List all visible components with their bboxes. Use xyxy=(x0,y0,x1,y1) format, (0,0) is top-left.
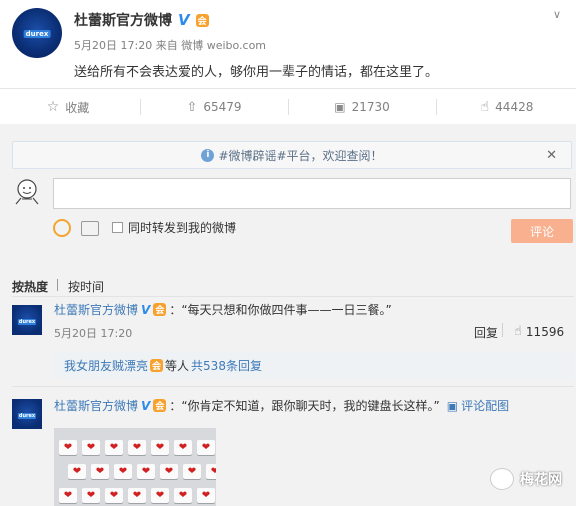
post-text: 送给所有不会表达爱的人，够你用一辈子的情话，都在这里了。 xyxy=(74,65,439,80)
like-button[interactable]: ☝ 44428 xyxy=(438,89,576,125)
heart-key-icon: ❤ xyxy=(68,464,86,479)
thumbs-up-icon: ☝ xyxy=(514,324,522,339)
user-avatar xyxy=(12,177,42,207)
verified-icon: V xyxy=(141,302,151,317)
repost-button[interactable]: ⇧ 65479 xyxy=(142,89,286,125)
avatar-badge: durex xyxy=(23,30,51,38)
heart-key-icon: ❤ xyxy=(128,440,146,455)
watermark: 梅花网 xyxy=(490,468,562,490)
heart-key-icon: ❤ xyxy=(151,440,169,455)
heart-key-icon: ❤ xyxy=(105,488,123,503)
verified-icon: V xyxy=(141,398,151,413)
heart-key-icon: ❤ xyxy=(105,440,123,455)
comment-image-link[interactable]: 评论配图 xyxy=(461,397,509,414)
vip-badge-icon: 会 xyxy=(153,399,167,412)
author-avatar[interactable]: durex xyxy=(12,8,62,58)
repost-option-label: 同时转发到我的微博 xyxy=(128,221,237,235)
vip-badge-icon: 会 xyxy=(195,13,209,27)
heart-key-icon: ❤ xyxy=(174,440,192,455)
heart-key-icon: ❤ xyxy=(174,488,192,503)
divider xyxy=(12,386,574,387)
info-icon: i xyxy=(201,148,215,162)
chevron-down-icon[interactable]: ∨ xyxy=(553,8,561,21)
vip-badge-icon: 会 xyxy=(153,303,167,316)
comment-avatar[interactable]: durex xyxy=(12,399,42,429)
sort-by-time[interactable]: 按时间 xyxy=(68,278,104,295)
stick-figure-icon xyxy=(15,179,39,205)
comment-text: ：“每天只想和你做四件事——一日三餐。” xyxy=(169,303,392,317)
post-author[interactable]: 杜蕾斯官方微博 xyxy=(74,10,172,30)
heart-key-icon: ❤ xyxy=(137,464,155,479)
comment-avatar[interactable]: durex xyxy=(12,305,42,335)
emoji-icon[interactable] xyxy=(53,219,71,237)
notice-text[interactable]: #微博辟谣#平台，欢迎查阅！ xyxy=(218,147,382,164)
reply-button[interactable]: 回复 xyxy=(474,324,498,341)
comment-author[interactable]: 杜蕾斯官方微博 xyxy=(54,397,138,414)
wechat-icon xyxy=(490,468,514,490)
post-date[interactable]: 5月20日 17:20 xyxy=(74,39,152,52)
comment-date: 5月20日 17:20 xyxy=(54,327,133,340)
sort-by-hot[interactable]: 按热度 xyxy=(12,278,48,295)
comment-author[interactable]: 杜蕾斯官方微博 xyxy=(54,301,138,318)
heart-key-icon: ❤ xyxy=(59,488,77,503)
heart-key-icon: ❤ xyxy=(183,464,201,479)
thumbs-up-icon: ☝ xyxy=(480,99,490,115)
star-icon: ☆ xyxy=(46,99,60,115)
post-source[interactable]: 来自 微博 weibo.com xyxy=(156,39,266,52)
heart-key-icon: ❤ xyxy=(197,440,215,455)
reply-user[interactable]: 我女朋友贼漂亮 xyxy=(64,357,148,374)
rumor-notice: i #微博辟谣#平台，欢迎查阅！ ✕ xyxy=(12,141,572,169)
vip-badge-icon: 会 xyxy=(150,358,164,372)
close-icon[interactable]: ✕ xyxy=(546,148,557,163)
heart-key-icon: ❤ xyxy=(206,464,216,479)
divider xyxy=(12,296,574,297)
repost-icon: ⇧ xyxy=(186,99,198,115)
image-link-icon: ▣ xyxy=(446,398,459,413)
repost-checkbox[interactable] xyxy=(112,222,123,233)
sort-divider xyxy=(57,279,58,291)
heart-key-icon: ❤ xyxy=(82,440,100,455)
heart-key-icon: ❤ xyxy=(59,440,77,455)
heart-key-icon: ❤ xyxy=(128,488,146,503)
comment-text: ：“你肯定不知道，跟你聊天时，我的键盘长这样。” xyxy=(169,399,440,413)
heart-key-icon: ❤ xyxy=(114,464,132,479)
comment-image[interactable]: ❤❤❤❤❤❤❤❤❤❤❤❤❤❤❤❤❤❤❤❤❤❤❤❤ xyxy=(54,428,216,506)
comment-like-button[interactable]: ☝ 11596 xyxy=(514,324,564,339)
heart-key-icon: ❤ xyxy=(197,488,215,503)
post-card: durex 杜蕾斯官方微博 V 会 ∨ 5月20日 17:20 来自 微博 we… xyxy=(0,0,576,124)
comment-button[interactable]: ▣ 21730 xyxy=(290,89,434,125)
comment-icon: ▣ xyxy=(334,100,346,114)
heart-key-icon: ❤ xyxy=(91,464,109,479)
heart-key-icon: ❤ xyxy=(151,488,169,503)
heart-key-icon: ❤ xyxy=(82,488,100,503)
reply-count[interactable]: 共538条回复 xyxy=(191,357,262,374)
comment-input[interactable] xyxy=(53,178,571,209)
favorite-button[interactable]: ☆ 收藏 xyxy=(0,89,136,125)
heart-key-icon: ❤ xyxy=(160,464,178,479)
image-icon[interactable] xyxy=(81,221,99,236)
watermark-text: 梅花网 xyxy=(520,472,562,488)
comment-submit-button[interactable]: 评论 xyxy=(511,219,573,243)
verified-icon: V xyxy=(178,11,190,29)
reply-summary[interactable]: 我女朋友贼漂亮 会 等人 共538条回复 xyxy=(54,352,574,378)
post-actions: ☆ 收藏 ⇧ 65479 ▣ 21730 ☝ 44428 xyxy=(0,88,576,124)
